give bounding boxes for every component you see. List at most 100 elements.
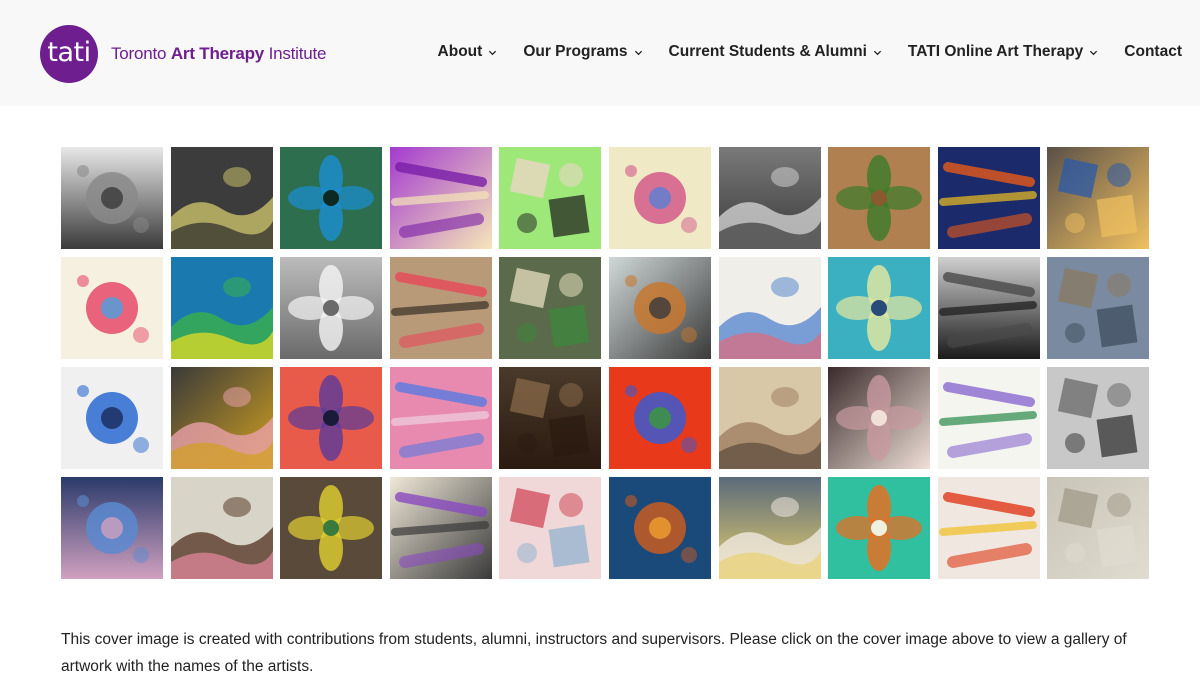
- artwork-thumbnail: [1047, 147, 1150, 249]
- artwork-tile[interactable]: [61, 147, 163, 249]
- artwork-tile[interactable]: [170, 477, 273, 579]
- artwork-tile[interactable]: [389, 147, 492, 249]
- logo-mark: tati: [40, 25, 98, 83]
- nav-item-contact[interactable]: Contact: [1124, 43, 1182, 61]
- artwork-tile[interactable]: [608, 257, 711, 359]
- artwork-thumbnail: [608, 477, 711, 579]
- artwork-thumbnail: [280, 257, 383, 359]
- artwork-thumbnail: [61, 147, 163, 249]
- artwork-thumbnail: [280, 477, 383, 579]
- artwork-thumbnail: [170, 477, 273, 579]
- artwork-thumbnail: [1047, 477, 1150, 579]
- artwork-thumbnail: [828, 257, 931, 359]
- artwork-thumbnail: [608, 147, 711, 249]
- artwork-thumbnail: [718, 367, 821, 469]
- artwork-tile[interactable]: [718, 477, 821, 579]
- artwork-tile[interactable]: [170, 257, 273, 359]
- nav-label: About: [437, 43, 483, 60]
- artwork-thumbnail: [937, 257, 1040, 359]
- artwork-tile[interactable]: [608, 477, 711, 579]
- artwork-tile[interactable]: [937, 257, 1040, 359]
- cover-image-gallery[interactable]: [61, 147, 1150, 579]
- artwork-thumbnail: [170, 367, 273, 469]
- artwork-thumbnail: [499, 477, 602, 579]
- logo-name-suffix: Institute: [264, 44, 327, 63]
- artwork-thumbnail: [608, 367, 711, 469]
- artwork-tile[interactable]: [499, 147, 602, 249]
- artwork-tile[interactable]: [1047, 477, 1150, 579]
- nav-label: TATI Online Art Therapy: [907, 43, 1084, 60]
- artwork-thumbnail: [608, 257, 711, 359]
- artwork-thumbnail: [170, 257, 273, 359]
- artwork-thumbnail: [61, 477, 163, 579]
- artwork-tile[interactable]: [61, 477, 163, 579]
- artwork-tile[interactable]: [608, 367, 711, 469]
- artwork-tile[interactable]: [828, 147, 931, 249]
- artwork-tile[interactable]: [170, 147, 273, 249]
- artwork-tile[interactable]: [389, 477, 492, 579]
- artwork-thumbnail: [937, 367, 1040, 469]
- artwork-thumbnail: [280, 147, 383, 249]
- logo-wordmark: Toronto Art Therapy Institute: [111, 44, 327, 64]
- artwork-thumbnail: [499, 367, 602, 469]
- artwork-tile[interactable]: [499, 477, 602, 579]
- artwork-thumbnail: [389, 477, 492, 579]
- artwork-tile[interactable]: [718, 257, 821, 359]
- nav-item-tati-online-art-therapy[interactable]: TATI Online Art Therapy: [908, 43, 1098, 61]
- artwork-thumbnail: [937, 147, 1040, 249]
- nav-label: Current Students & Alumni: [668, 43, 867, 60]
- nav-label: Contact: [1124, 43, 1182, 60]
- artwork-tile[interactable]: [61, 257, 163, 359]
- nav-label: Our Programs: [523, 43, 628, 60]
- artwork-tile[interactable]: [389, 257, 492, 359]
- artwork-thumbnail: [61, 257, 163, 359]
- artwork-tile[interactable]: [499, 367, 602, 469]
- artwork-thumbnail: [828, 367, 931, 469]
- cover-caption: This cover image is created with contrib…: [61, 631, 1127, 675]
- artwork-tile[interactable]: [389, 367, 492, 469]
- artwork-thumbnail: [1047, 367, 1150, 469]
- chevron-down-icon: [634, 50, 642, 55]
- site-header: tati Toronto Art Therapy Institute About…: [0, 0, 1200, 106]
- artwork-tile[interactable]: [61, 367, 163, 469]
- artwork-thumbnail: [718, 477, 821, 579]
- artwork-tile[interactable]: [828, 367, 931, 469]
- chevron-down-icon: [873, 50, 882, 55]
- artwork-tile[interactable]: [1047, 147, 1150, 249]
- artwork-thumbnail: [937, 477, 1040, 579]
- nav-item-current-students-alumni[interactable]: Current Students & Alumni: [669, 43, 882, 61]
- artwork-tile[interactable]: [280, 367, 383, 469]
- artwork-tile[interactable]: [608, 147, 711, 249]
- artwork-tile[interactable]: [937, 367, 1040, 469]
- artwork-tile[interactable]: [828, 477, 931, 579]
- artwork-tile[interactable]: [499, 257, 602, 359]
- artwork-tile[interactable]: [1047, 257, 1150, 359]
- artwork-thumbnail: [280, 367, 383, 469]
- logo-name-prefix: Toronto: [111, 44, 171, 63]
- artwork-thumbnail: [718, 257, 821, 359]
- artwork-thumbnail: [499, 257, 602, 359]
- artwork-thumbnail: [718, 147, 821, 249]
- artwork-tile[interactable]: [1047, 367, 1150, 469]
- artwork-tile[interactable]: [937, 147, 1040, 249]
- site-logo[interactable]: tati Toronto Art Therapy Institute: [40, 25, 327, 83]
- artwork-thumbnail: [389, 257, 492, 359]
- nav-item-our-programs[interactable]: Our Programs: [523, 43, 642, 61]
- artwork-tile[interactable]: [937, 477, 1040, 579]
- artwork-tile[interactable]: [828, 257, 931, 359]
- chevron-down-icon: [489, 50, 497, 55]
- artwork-tile[interactable]: [280, 477, 383, 579]
- artwork-thumbnail: [1047, 257, 1150, 359]
- artwork-tile[interactable]: [718, 147, 821, 249]
- artwork-thumbnail: [61, 367, 163, 469]
- artwork-tile[interactable]: [280, 257, 383, 359]
- artwork-thumbnail: [828, 147, 931, 249]
- artwork-thumbnail: [828, 477, 931, 579]
- nav-item-about[interactable]: About: [438, 43, 498, 61]
- artwork-tile[interactable]: [170, 367, 273, 469]
- chevron-down-icon: [1090, 50, 1098, 55]
- artwork-tile[interactable]: [718, 367, 821, 469]
- logo-name-bold: Art Therapy: [170, 44, 265, 63]
- artwork-thumbnail: [389, 367, 492, 469]
- artwork-tile[interactable]: [280, 147, 383, 249]
